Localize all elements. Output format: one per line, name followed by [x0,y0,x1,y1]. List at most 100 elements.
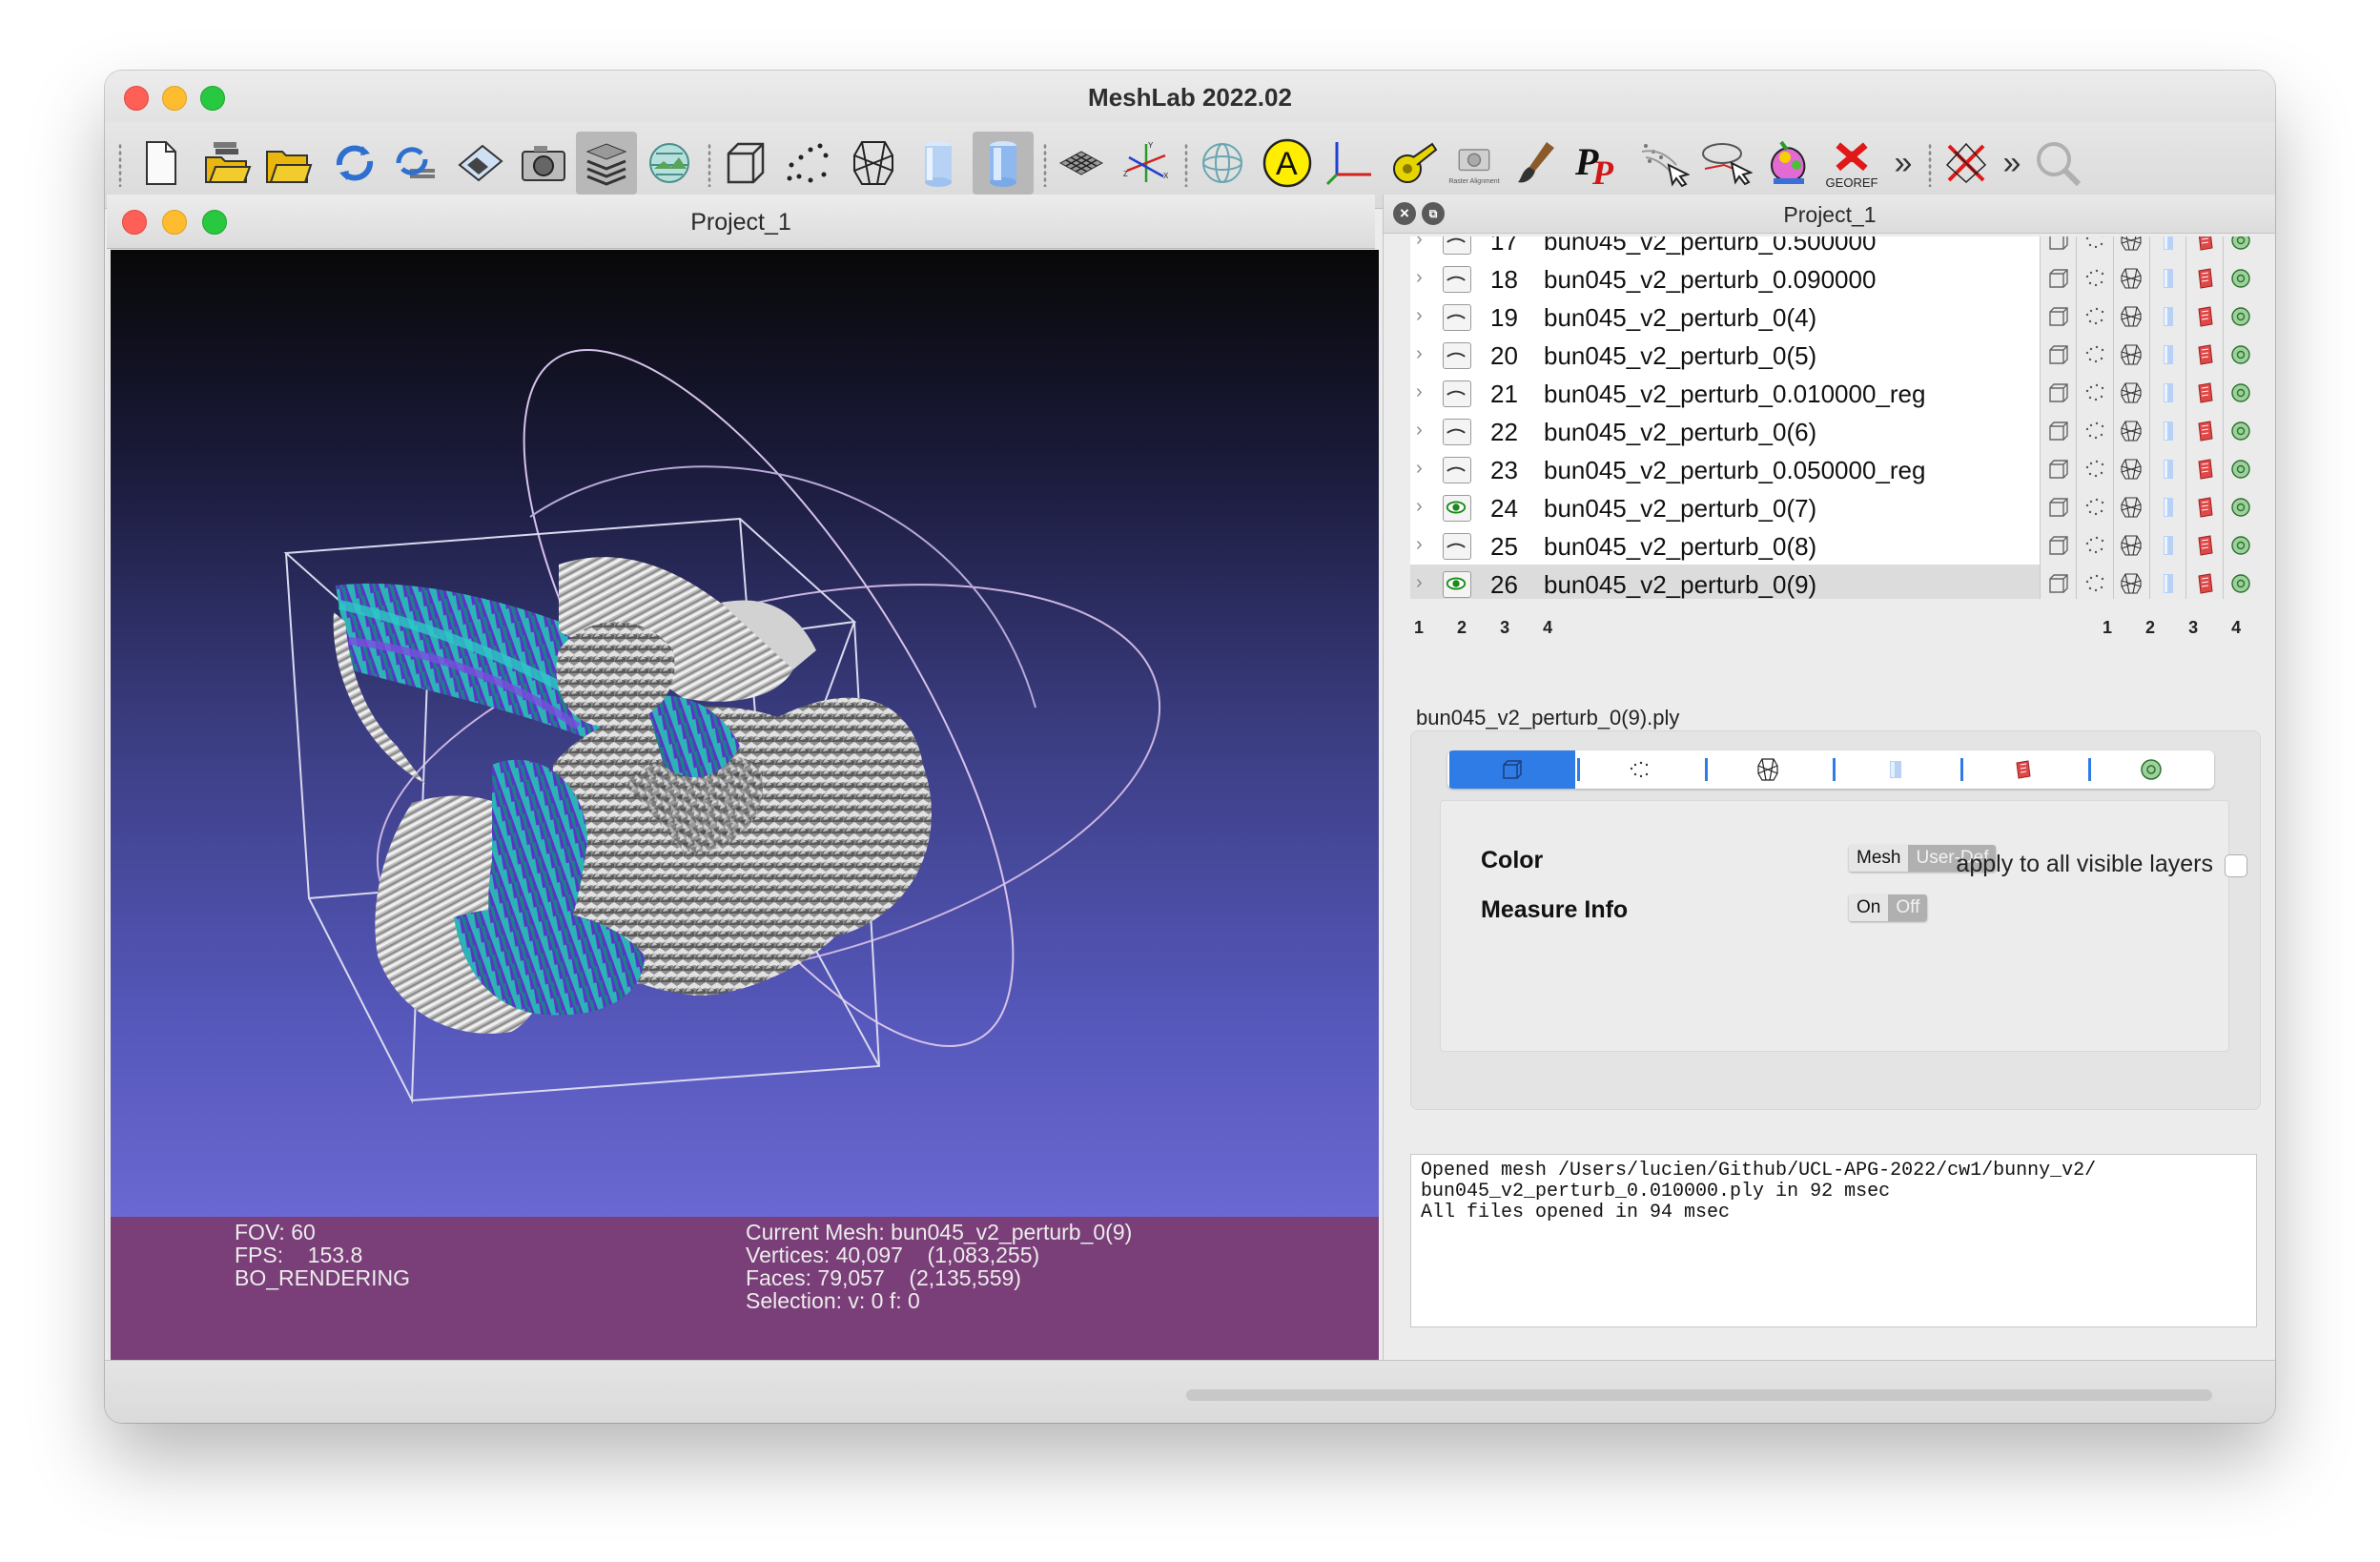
smooth-toggle-icon[interactable] [2148,298,2186,336]
wireframe-toggle-icon[interactable] [2112,336,2149,374]
tab-number[interactable]: 3 [2188,618,2198,637]
decorator-toggle-icon[interactable] [2222,565,2259,599]
expand-chevron-icon[interactable]: › [1416,496,1423,518]
eye-closed-icon[interactable] [1443,266,1471,293]
smooth-toggle-icon[interactable] [2148,488,2186,526]
reload-icon[interactable] [324,132,385,195]
bbox-toggle-icon[interactable] [2040,298,2077,336]
axes-icon[interactable]: Y Z X [1116,132,1177,195]
flat-shading-icon[interactable] [908,132,969,195]
measure-icon[interactable] [1383,132,1444,195]
tab-number[interactable]: 2 [1457,618,1467,637]
decorator-toggle-icon[interactable] [2222,412,2259,450]
points-icon[interactable] [778,132,839,195]
points-toggle-icon[interactable] [2076,259,2113,298]
layer-row[interactable]: › 26 bun045_v2_perturb_0(9) [1410,565,2259,599]
open-mesh-icon[interactable] [257,132,318,195]
close-dock-icon[interactable]: × [1393,202,1416,225]
decorator-toggle-icon[interactable] [2222,374,2259,412]
points-toggle-icon[interactable] [2076,450,2113,488]
measure-on-option[interactable]: On [1849,894,1889,921]
bbox-toggle-icon[interactable] [2040,374,2077,412]
bounding-box-icon[interactable] [715,132,776,195]
axis-gizmo-icon[interactable] [1320,132,1381,195]
eye-open-icon[interactable] [1443,495,1471,522]
expand-chevron-icon[interactable]: › [1416,305,1423,327]
wireframe-toggle-icon[interactable] [2112,526,2149,565]
horizontal-scrollbar[interactable] [1186,1389,2212,1401]
expand-chevron-icon[interactable]: › [1416,458,1423,480]
bbox-toggle-icon[interactable] [2040,488,2077,526]
annotation-icon[interactable]: A [1257,132,1318,195]
eye-open-icon[interactable] [1443,571,1471,598]
layers-icon[interactable] [576,132,637,195]
zoom-window-button[interactable] [200,86,225,111]
delete-icon[interactable] [1936,132,1997,195]
save-icon[interactable] [450,132,511,195]
tab-number[interactable]: 3 [1500,618,1509,637]
open-project-icon[interactable] [196,132,257,195]
points-toggle-icon[interactable] [2076,488,2113,526]
points-toggle-icon[interactable] [2076,374,2113,412]
texture-toggle-icon[interactable] [2185,336,2223,374]
georef-icon[interactable]: GEOREF [1821,132,1882,195]
texture-toggle-icon[interactable] [2185,236,2223,259]
tab-number[interactable]: 4 [2231,618,2241,637]
eye-closed-icon[interactable] [1443,380,1471,407]
smooth-toggle-icon[interactable] [2148,412,2186,450]
expand-chevron-icon[interactable]: › [1416,236,1423,251]
eye-closed-icon[interactable] [1443,342,1471,369]
smooth-toggle-icon[interactable] [2148,450,2186,488]
bbox-toggle-icon[interactable] [2040,412,2077,450]
texture-toggle-icon[interactable] [2185,526,2223,565]
raster-view-icon[interactable] [639,132,700,195]
expand-chevron-icon[interactable]: › [1416,420,1423,442]
layer-row[interactable]: › 20 bun045_v2_perturb_0(5) [1410,336,2259,374]
more-tools-icon-2[interactable]: » [1995,132,2029,195]
tab-wireframe[interactable] [1703,750,1831,789]
points-toggle-icon[interactable] [2076,236,2113,259]
smooth-toggle-icon[interactable] [2148,565,2186,599]
layer-row[interactable]: › 19 bun045_v2_perturb_0(4) [1410,298,2259,336]
float-dock-icon[interactable]: ⧉ [1422,202,1445,225]
tab-decorators[interactable] [2086,750,2214,789]
texture-toggle-icon[interactable] [2185,374,2223,412]
bbox-toggle-icon[interactable] [2040,336,2077,374]
tab-smooth[interactable] [1831,750,1959,789]
expand-chevron-icon[interactable]: › [1416,534,1423,556]
layer-row[interactable]: › 21 bun045_v2_perturb_0.010000_reg [1410,374,2259,412]
layer-row[interactable]: › 24 bun045_v2_perturb_0(7) [1410,488,2259,526]
points-toggle-icon[interactable] [2076,298,2113,336]
expand-chevron-icon[interactable]: › [1416,267,1423,289]
measure-off-option[interactable]: Off [1888,894,1928,921]
texture-toggle-icon[interactable] [2185,298,2223,336]
raster-alignment-icon[interactable]: Raster Alignment [1444,132,1505,195]
texture-toggle-icon[interactable] [2185,259,2223,298]
eye-closed-icon[interactable] [1443,419,1471,445]
tab-bbox[interactable] [1447,750,1575,789]
paint-icon[interactable] [1505,132,1566,195]
decorator-toggle-icon[interactable] [2222,298,2259,336]
zoom-viewer-button[interactable] [202,210,227,235]
tab-number[interactable]: 2 [2145,618,2155,637]
smooth-toggle-icon[interactable] [2148,526,2186,565]
layer-row[interactable]: › 23 bun045_v2_perturb_0.050000_reg [1410,450,2259,488]
decorator-toggle-icon[interactable] [2222,336,2259,374]
layer-row[interactable]: › 17 bun045_v2_perturb_0.500000 [1410,236,2259,259]
tab-texture[interactable] [1959,750,2086,789]
layer-row[interactable]: › 25 bun045_v2_perturb_0(8) [1410,526,2259,565]
wireframe-toggle-icon[interactable] [2112,565,2149,599]
apply-all-checkbox[interactable] [2225,854,2247,877]
eye-closed-icon[interactable] [1443,533,1471,560]
texture-toggle-icon[interactable] [2185,565,2223,599]
align-icon[interactable] [1695,132,1756,195]
eye-closed-icon[interactable] [1443,457,1471,483]
bbox-toggle-icon[interactable] [2040,259,2077,298]
eye-closed-icon[interactable] [1443,304,1471,331]
layer-row[interactable]: › 18 bun045_v2_perturb_0.090000 [1410,259,2259,298]
wireframe-toggle-icon[interactable] [2112,298,2149,336]
points-toggle-icon[interactable] [2076,526,2113,565]
points-toggle-icon[interactable] [2076,336,2113,374]
smooth-toggle-icon[interactable] [2148,259,2186,298]
expand-chevron-icon[interactable]: › [1416,381,1423,403]
